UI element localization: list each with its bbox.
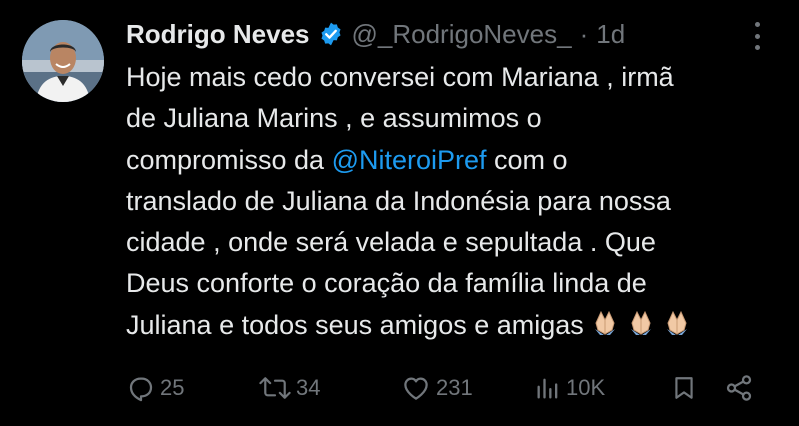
author-name[interactable]: Rodrigo Neves — [126, 19, 310, 50]
tweet[interactable]: Rodrigo Neves @_RodrigoNeves_ · 1d Hoje … — [0, 0, 799, 426]
folded-hands-icon — [666, 310, 687, 335]
folded-hands-icon — [594, 310, 615, 335]
heart-icon — [404, 377, 428, 400]
tweet-line-text: Juliana e todos seus amigos e amigas — [126, 309, 584, 340]
tweet-text: Hoje mais cedo conversei com Mariana , i… — [126, 57, 776, 346]
bookmark-icon — [675, 377, 693, 399]
folded-hands-icon — [630, 310, 651, 335]
timestamp[interactable]: 1d — [596, 19, 625, 50]
more-icon[interactable] — [745, 22, 769, 50]
repost-button[interactable]: 34 — [258, 368, 320, 408]
tweet-line: Hoje mais cedo conversei com Mariana , i… — [126, 62, 674, 92]
tweet-line-text: com o — [486, 144, 568, 175]
tweet-line: cidade , onde será velada e sepultada . … — [126, 227, 656, 258]
reply-button[interactable]: 25 — [126, 368, 184, 408]
tweet-line-text: compromisso da — [126, 144, 332, 175]
avatar[interactable] — [22, 20, 104, 102]
tweet-line: de Juliana Marins , e assumimos o — [126, 103, 542, 134]
share-icon — [726, 375, 752, 401]
bookmark-button[interactable] — [671, 368, 701, 408]
like-count: 231 — [436, 375, 473, 400]
tweet-line: Juliana e todos seus amigos e amigas — [126, 305, 776, 346]
share-button[interactable] — [724, 368, 758, 408]
mention-link[interactable]: @NiteroiPref — [332, 145, 487, 175]
views-button[interactable]: 10K — [534, 368, 605, 408]
action-bar: 25 34 231 10K — [126, 368, 766, 408]
emoji-group — [590, 308, 692, 338]
separator-dot: · — [579, 18, 589, 49]
reply-icon — [129, 377, 153, 402]
reply-count: 25 — [160, 375, 185, 400]
tweet-line: translado de Juliana da Indonésia para n… — [126, 185, 671, 216]
like-button[interactable]: 231 — [400, 368, 473, 408]
views-count: 10K — [566, 375, 606, 400]
analytics-icon — [537, 378, 558, 399]
tweet-header: Rodrigo Neves @_RodrigoNeves_ · 1d — [126, 15, 625, 53]
tweet-line: Deus conforte o coração da família linda… — [126, 268, 647, 299]
repost-icon — [259, 377, 291, 399]
author-handle[interactable]: @_RodrigoNeves_ — [352, 19, 572, 50]
tweet-line: compromisso da @NiteroiPref com o — [126, 140, 776, 181]
verified-badge-icon — [318, 21, 344, 47]
repost-count: 34 — [296, 375, 321, 400]
